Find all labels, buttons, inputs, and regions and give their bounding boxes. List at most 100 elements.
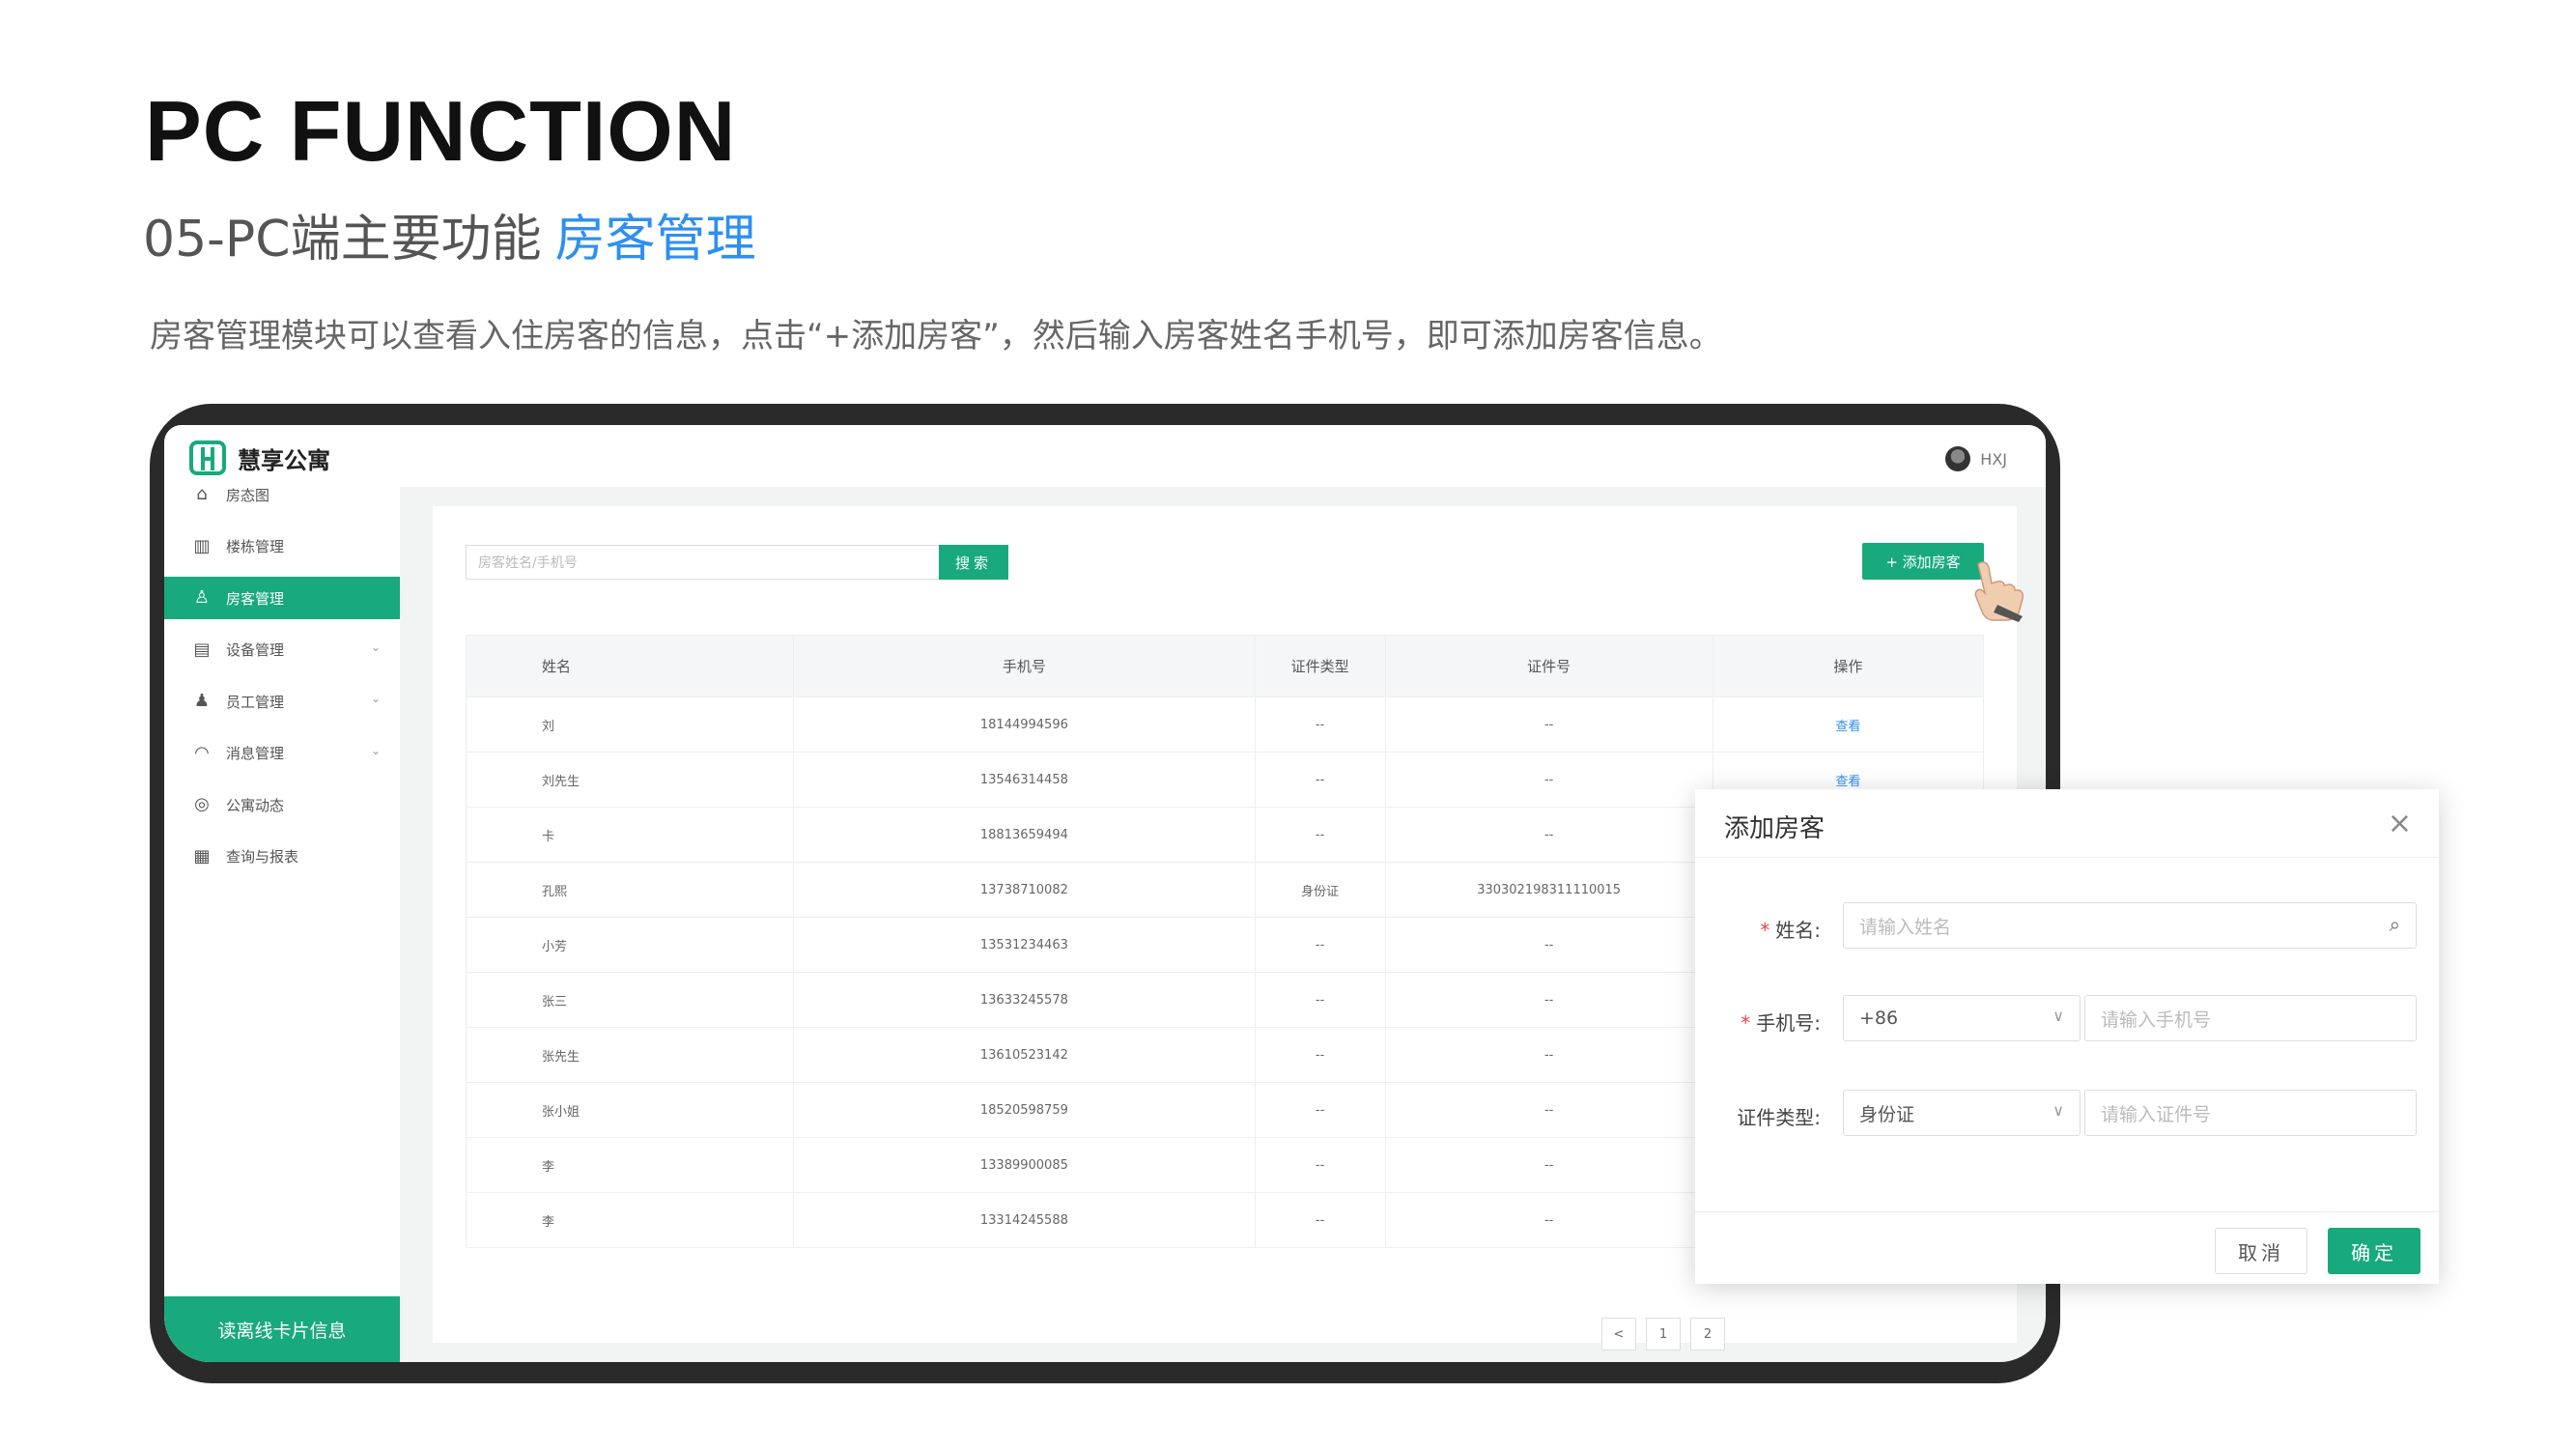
subtitle-accent: 房客管理 xyxy=(554,211,756,269)
sidebar-item-5[interactable]: ◠ 消息管理 ⌄ xyxy=(164,732,400,775)
table-cell: -- xyxy=(1384,752,1713,808)
cancel-button[interactable]: 取消 xyxy=(2215,1228,2307,1274)
column-header: 姓名 xyxy=(465,635,795,697)
close-icon[interactable]: × xyxy=(2388,807,2412,840)
sidebar-item-0[interactable]: ⌂ 房态图 xyxy=(164,473,400,516)
table-cell: 13738710082 xyxy=(793,862,1256,918)
name-placeholder: 请输入姓名 xyxy=(1859,916,1952,938)
compass-icon: ◎ xyxy=(194,794,210,814)
table-cell: 身份证 xyxy=(1254,862,1386,918)
table-cell: -- xyxy=(1384,1137,1713,1193)
table-cell: 张先生 xyxy=(465,1027,795,1083)
chevron-down-icon: ∨ xyxy=(2052,1101,2064,1120)
dialog-divider xyxy=(1695,857,2439,858)
sidebar-item-1[interactable]: ▥ 楼栋管理 xyxy=(164,526,400,568)
table-cell: -- xyxy=(1384,917,1713,973)
confirm-button[interactable]: 确定 xyxy=(2328,1228,2420,1274)
table-cell: 13610523142 xyxy=(793,1027,1256,1083)
table-cell: -- xyxy=(1254,1082,1386,1138)
id-type-select[interactable]: 身份证 ∨ xyxy=(1843,1090,2081,1136)
column-header: 手机号 xyxy=(793,635,1256,697)
page-subtitle: 05-PC端主要功能 房客管理 xyxy=(143,198,756,270)
sidebar-item-label: 公寓动态 xyxy=(226,796,285,814)
device-icon: ▤ xyxy=(193,639,211,660)
report-icon: ▦ xyxy=(193,845,211,867)
id-type-label: 证件类型: xyxy=(1737,1106,1821,1129)
staff-icon: ♟ xyxy=(193,691,211,711)
pager-page-2[interactable]: 2 xyxy=(1690,1318,1725,1350)
chevron-down-icon: ⌄ xyxy=(370,743,381,757)
column-header: 证件号 xyxy=(1384,635,1713,697)
table-cell: -- xyxy=(1384,1082,1713,1138)
table-cell: 刘先生 xyxy=(465,752,795,808)
sidebar: 慧享公寓 ⌂ 房态图 ▥ 楼栋管理 ♙ 房客管理 ▤ 设备管理 ⌄ ♟ 员工管理 ⌄ ◠ 消息管理 ⌄ ◎ 公寓… xyxy=(164,425,400,1362)
phone-label-text: 手机号: xyxy=(1756,1011,1821,1035)
id-number-placeholder: 请输入证件号 xyxy=(2101,1103,2212,1125)
country-code-select[interactable]: +86 ∨ xyxy=(1843,995,2081,1041)
table-cell: -- xyxy=(1254,752,1386,808)
column-header: 操作 xyxy=(1712,635,1985,697)
search-icon: ⌕ xyxy=(2389,913,2400,936)
table-cell: 李 xyxy=(465,1192,795,1248)
add-guest-dialog: 添加房客 × * 姓名: 请输入姓名 ⌕ * 手机号: +86 ∨ 请输入手机号 证件类… xyxy=(1695,789,2439,1284)
page-description: 房客管理模块可以查看入住房客的信息，点击“+添加房客”，然后输入房客姓名手机号，… xyxy=(150,317,1722,355)
chevron-down-icon: ∨ xyxy=(2052,1007,2064,1025)
table-cell: 小芳 xyxy=(465,917,795,973)
country-code-value: +86 xyxy=(1859,1008,1899,1029)
sidebar-item-label: 设备管理 xyxy=(226,641,285,659)
table-cell: 13633245578 xyxy=(793,972,1256,1028)
table-cell: 张三 xyxy=(465,972,795,1028)
sidebar-item-label: 房态图 xyxy=(226,486,270,504)
chevron-down-icon: ⌄ xyxy=(370,639,381,654)
table-cell: -- xyxy=(1254,1137,1386,1193)
name-input[interactable]: 请输入姓名 ⌕ xyxy=(1843,902,2417,949)
sidebar-item-4[interactable]: ♟ 员工管理 ⌄ xyxy=(164,680,400,723)
table-cell: 13546314458 xyxy=(793,752,1256,808)
user-name: HXJ xyxy=(1980,449,2007,469)
building-icon: ▥ xyxy=(193,535,211,556)
pager-page-1[interactable]: 1 xyxy=(1646,1318,1681,1350)
top-bar: HXJ xyxy=(400,425,2046,487)
sidebar-item-7[interactable]: ▦ 查询与报表 xyxy=(164,836,400,878)
sidebar-item-3[interactable]: ▤ 设备管理 ⌄ xyxy=(164,629,400,671)
home-icon: ⌂ xyxy=(196,484,208,504)
hand-pointer-icon xyxy=(1974,561,2024,622)
view-link[interactable]: 查看 xyxy=(1712,696,1985,753)
table-cell: -- xyxy=(1384,696,1713,753)
sidebar-item-label: 楼栋管理 xyxy=(226,538,285,555)
required-mark: * xyxy=(1741,1011,1751,1035)
table-cell: -- xyxy=(1384,807,1713,863)
add-guest-button[interactable]: + 添加房客 xyxy=(1862,543,1984,580)
id-number-input[interactable]: 请输入证件号 xyxy=(2084,1090,2417,1136)
table-cell: 孔熙 xyxy=(465,862,795,918)
sidebar-item-6[interactable]: ◎ 公寓动态 xyxy=(164,783,400,826)
table-cell: -- xyxy=(1254,1192,1386,1248)
column-header: 证件类型 xyxy=(1254,635,1386,697)
table-cell: 330302198311110015 xyxy=(1384,862,1713,918)
table-cell: -- xyxy=(1254,917,1386,973)
table-cell: 李 xyxy=(465,1137,795,1193)
logo[interactable]: 慧享公寓 xyxy=(189,439,330,477)
table-cell: -- xyxy=(1384,1027,1713,1083)
logo-text: 慧享公寓 xyxy=(238,446,330,474)
phone-placeholder: 请输入手机号 xyxy=(2101,1009,2212,1031)
search-button[interactable]: 搜索 xyxy=(939,545,1008,580)
avatar xyxy=(1945,446,1971,471)
user-menu[interactable]: HXJ xyxy=(1945,446,2007,471)
table-cell: 18520598759 xyxy=(793,1082,1256,1138)
table-header: 姓名 手机号 证件类型 证件号 操作 xyxy=(465,635,1985,697)
sidebar-item-2[interactable]: ♙ 房客管理 xyxy=(164,577,400,619)
search-input[interactable]: 房客姓名/手机号 xyxy=(466,545,939,580)
read-card-button[interactable]: 读离线卡片信息 xyxy=(164,1296,400,1362)
sidebar-item-label: 查询与报表 xyxy=(226,848,299,866)
sidebar-item-label: 房客管理 xyxy=(226,589,285,608)
dialog-footer-divider xyxy=(1695,1211,2439,1212)
table-cell: 刘 xyxy=(465,696,795,753)
pager-prev-button[interactable]: < xyxy=(1601,1318,1636,1350)
page-title: PC FUNCTION xyxy=(145,83,737,179)
phone-input[interactable]: 请输入手机号 xyxy=(2084,995,2417,1041)
sidebar-item-label: 员工管理 xyxy=(226,693,285,711)
table-cell: -- xyxy=(1254,696,1386,753)
table-cell: -- xyxy=(1254,807,1386,863)
pagination: < 1 2 xyxy=(1601,1318,1735,1350)
